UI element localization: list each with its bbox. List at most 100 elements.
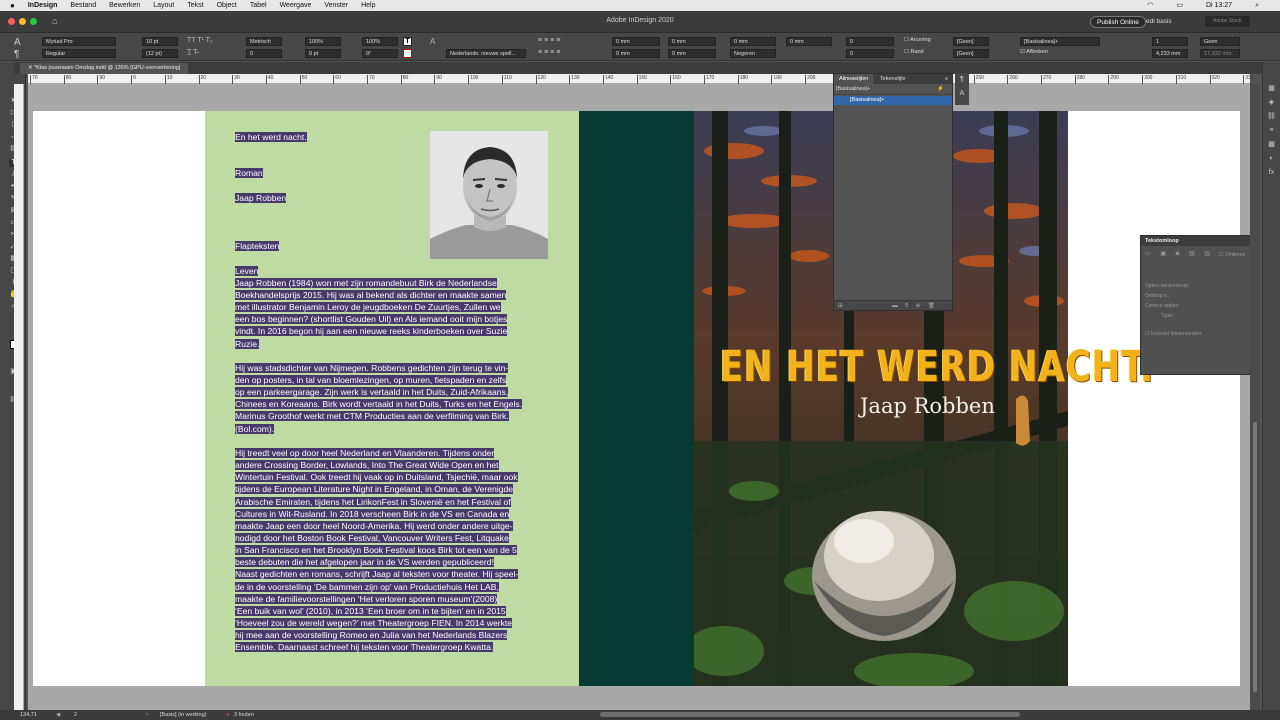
new-style-icon[interactable]: ⊕ <box>916 303 921 309</box>
vertical-ruler[interactable] <box>14 84 24 710</box>
shading-checkbox[interactable]: ☐ Arcering <box>904 37 931 43</box>
right-indent-field[interactable]: 0 mm <box>668 37 716 46</box>
horizontal-scroll-thumb[interactable] <box>600 712 1020 717</box>
column-width-field[interactable]: 17,332 mm <box>1200 49 1240 58</box>
new-folder-icon[interactable]: ▬ <box>892 303 898 309</box>
style-item-basisalinea[interactable]: [Basisalinea]+ <box>834 96 952 105</box>
first-line-indent-field[interactable]: 0 mm <box>612 49 660 58</box>
swatches-icon[interactable]: ▩ <box>1263 138 1280 152</box>
text-wrap-header[interactable]: Tekstomloop <box>1141 236 1259 246</box>
stroke-icon[interactable]: ≡ <box>1263 124 1280 138</box>
skew-field[interactable]: 0° <box>362 49 398 58</box>
text-line[interactable]: En het werd nacht. <box>235 131 550 143</box>
layers-icon[interactable]: ◈ <box>1263 96 1280 110</box>
text-line[interactable]: Cultures in Wit-Rusland. In 2018 versche… <box>235 508 550 520</box>
font-family-field[interactable]: Myriad Pro <box>42 37 116 46</box>
text-line[interactable]: Ruzie. <box>235 338 550 350</box>
workspace-switcher[interactable]: edi basis <box>1140 16 1178 28</box>
text-line[interactable]: Arabische Emiraten, tijdens het LirikonF… <box>235 496 550 508</box>
space-before-field[interactable]: 0 mm <box>730 37 776 46</box>
text-line[interactable]: de in de voorstelling ‘De bammen zijn op… <box>235 581 550 593</box>
last-line-indent-field[interactable]: 0 mm <box>668 49 716 58</box>
include-inside-edges-checkbox[interactable]: ☐ Inclusief binnenranden <box>1141 319 1259 337</box>
kerning-field[interactable]: Metrisch <box>246 37 282 46</box>
font-style-field[interactable]: Regular <box>42 49 116 58</box>
text-line[interactable]: maakte de familievoorstellingen ‘Het ver… <box>235 593 550 605</box>
pages-icon[interactable]: ▦ <box>1263 62 1280 96</box>
character-style-icon[interactable]: A <box>430 37 435 46</box>
paragraph-mode-icon[interactable]: ¶ <box>14 49 19 60</box>
stock-search-field[interactable]: Adobe Stock <box>1205 16 1250 27</box>
underline-buttons[interactable]: T̲ T̶ <box>187 49 197 56</box>
menu-layout[interactable]: Layout <box>153 0 174 11</box>
spine-panel[interactable] <box>579 111 694 686</box>
new-style-from-selection-icon[interactable]: ⚡ <box>937 84 944 95</box>
drop-cap-chars-field[interactable]: 0 <box>846 49 894 58</box>
preflight-errors[interactable]: 3 fouten <box>234 710 254 720</box>
publish-online-button[interactable]: Publish Online <box>1090 16 1146 28</box>
text-line[interactable]: op een parkeergarage. Zijn werk is verta… <box>235 386 550 398</box>
text-line[interactable]: Hij treedt veel op door heel Nederland e… <box>235 447 550 459</box>
preflight-profile[interactable]: [Basis] (in werking) <box>160 710 206 720</box>
drop-cap-lines-field[interactable]: 0 <box>846 37 894 46</box>
page-number[interactable]: 2 <box>74 710 77 720</box>
text-line[interactable]: Hij was stadsdichter van Nijmegen. Robbe… <box>235 362 550 374</box>
stroke-text-icon[interactable] <box>403 49 412 58</box>
character-mode-icon[interactable]: A <box>14 37 21 48</box>
text-line[interactable]: Roman <box>235 167 550 179</box>
links-icon[interactable]: ⛓ <box>1263 110 1280 124</box>
menu-venster[interactable]: Venster <box>324 0 348 11</box>
text-line[interactable]: ‘Een buik van wol’ (2010), in 2013 ‘Een … <box>235 605 550 617</box>
invert-checkbox[interactable]: ☐ Omkeren <box>1219 252 1245 258</box>
tab-paragraph-styles[interactable]: Alineastijlen <box>834 74 874 84</box>
text-line[interactable]: andere Crossing Border, Lowlands, Into T… <box>235 459 550 471</box>
text-line[interactable]: Jaap Robben (1984) won met zijn romandeb… <box>235 277 550 289</box>
panel-menu-icon[interactable]: ≡ <box>945 74 948 84</box>
cover-title[interactable]: EN HET WERD NACHT. <box>720 342 1153 392</box>
document-tab[interactable]: ✕ *Klas jouwnaam Omslag.indd @ 135% [GPU… <box>20 63 189 74</box>
paragraph-style-field[interactable]: [Basisalinea]+ <box>1020 37 1100 46</box>
border-checkbox[interactable]: ☐ Rand <box>904 49 924 55</box>
page-prev-icon[interactable]: ◀ <box>56 710 60 720</box>
cover-author[interactable]: Jaap Robben <box>860 394 995 418</box>
text-line[interactable]: Flapteksten <box>235 240 550 252</box>
menu-tabel[interactable]: Tabel <box>250 0 267 11</box>
border-swatch[interactable]: [Geen] <box>953 49 989 58</box>
search-icon[interactable]: ⌕ <box>1255 0 1259 11</box>
text-line[interactable]: Leven <box>235 265 550 277</box>
baseline-field[interactable]: 0 pt <box>305 49 341 58</box>
space-after-field[interactable]: 0 mm <box>786 37 832 46</box>
text-line[interactable]: tijdens de European Literature Night in … <box>235 483 550 495</box>
text-line[interactable]: maakte Jaap een door heel Noord-Amerika.… <box>235 520 550 532</box>
effects-icon[interactable]: fx <box>1263 166 1280 180</box>
font-size-field[interactable]: 10 pt <box>142 37 178 46</box>
paragraph-styles-icon[interactable]: ¶ <box>955 73 969 87</box>
text-line[interactable]: Wintertuin Festival. Ook treedt hij vaak… <box>235 471 550 483</box>
text-line[interactable]: met illustrator Benjamin Leroy de jeugdb… <box>235 301 550 313</box>
flap-text-frame[interactable]: En het werd nacht. Roman Jaap Robben Flapte… <box>235 131 550 654</box>
color-icon[interactable]: ◐ <box>1263 152 1280 166</box>
text-line[interactable]: een bos beginnen? (shortlist Gouden Uil)… <box>235 313 550 325</box>
tab-character-styles[interactable]: Tekenstijle <box>875 74 911 84</box>
style-group-icon[interactable]: ⊞ <box>838 303 843 309</box>
language-field[interactable]: Nederlands: nieuwe spell... <box>446 49 526 58</box>
hyphenate-checkbox[interactable]: ☑ Afbreken <box>1020 49 1048 55</box>
menu-tekst[interactable]: Tekst <box>187 0 203 11</box>
battery-icon[interactable]: ▭ <box>1176 0 1183 11</box>
text-line[interactable]: den op posters, in tal van bloemlezingen… <box>235 374 550 386</box>
span-columns-field[interactable]: Geen <box>1200 37 1240 46</box>
shading-swatch[interactable]: [Geen] <box>953 37 989 46</box>
text-line[interactable]: (Bol.com). <box>235 423 550 435</box>
align-buttons[interactable]: ≡≡≡≡ <box>538 37 562 44</box>
horizontal-ruler[interactable]: 70 80 90 0 10 20 30 40 50 60 70 80 90 100 110 120 130 140… <box>28 74 1254 84</box>
gutter-field[interactable]: 4,233 mm <box>1152 49 1188 58</box>
clock[interactable]: Di 13:27 <box>1206 0 1232 11</box>
text-line[interactable]: vindt. In 2016 begon hij aan een nieuwe … <box>235 325 550 337</box>
align-grid-field[interactable]: Negeren <box>730 49 776 58</box>
left-indent-field[interactable]: 0 mm <box>612 37 660 46</box>
columns-field[interactable]: 1 <box>1152 37 1188 46</box>
tracking-field[interactable]: 0 <box>246 49 282 58</box>
text-line[interactable]: Chinees en Koreaans. Birk wordt vertaald… <box>235 398 550 410</box>
menu-bestand[interactable]: Bestand <box>70 0 96 11</box>
delete-style-icon[interactable]: 🗑 <box>928 303 935 309</box>
